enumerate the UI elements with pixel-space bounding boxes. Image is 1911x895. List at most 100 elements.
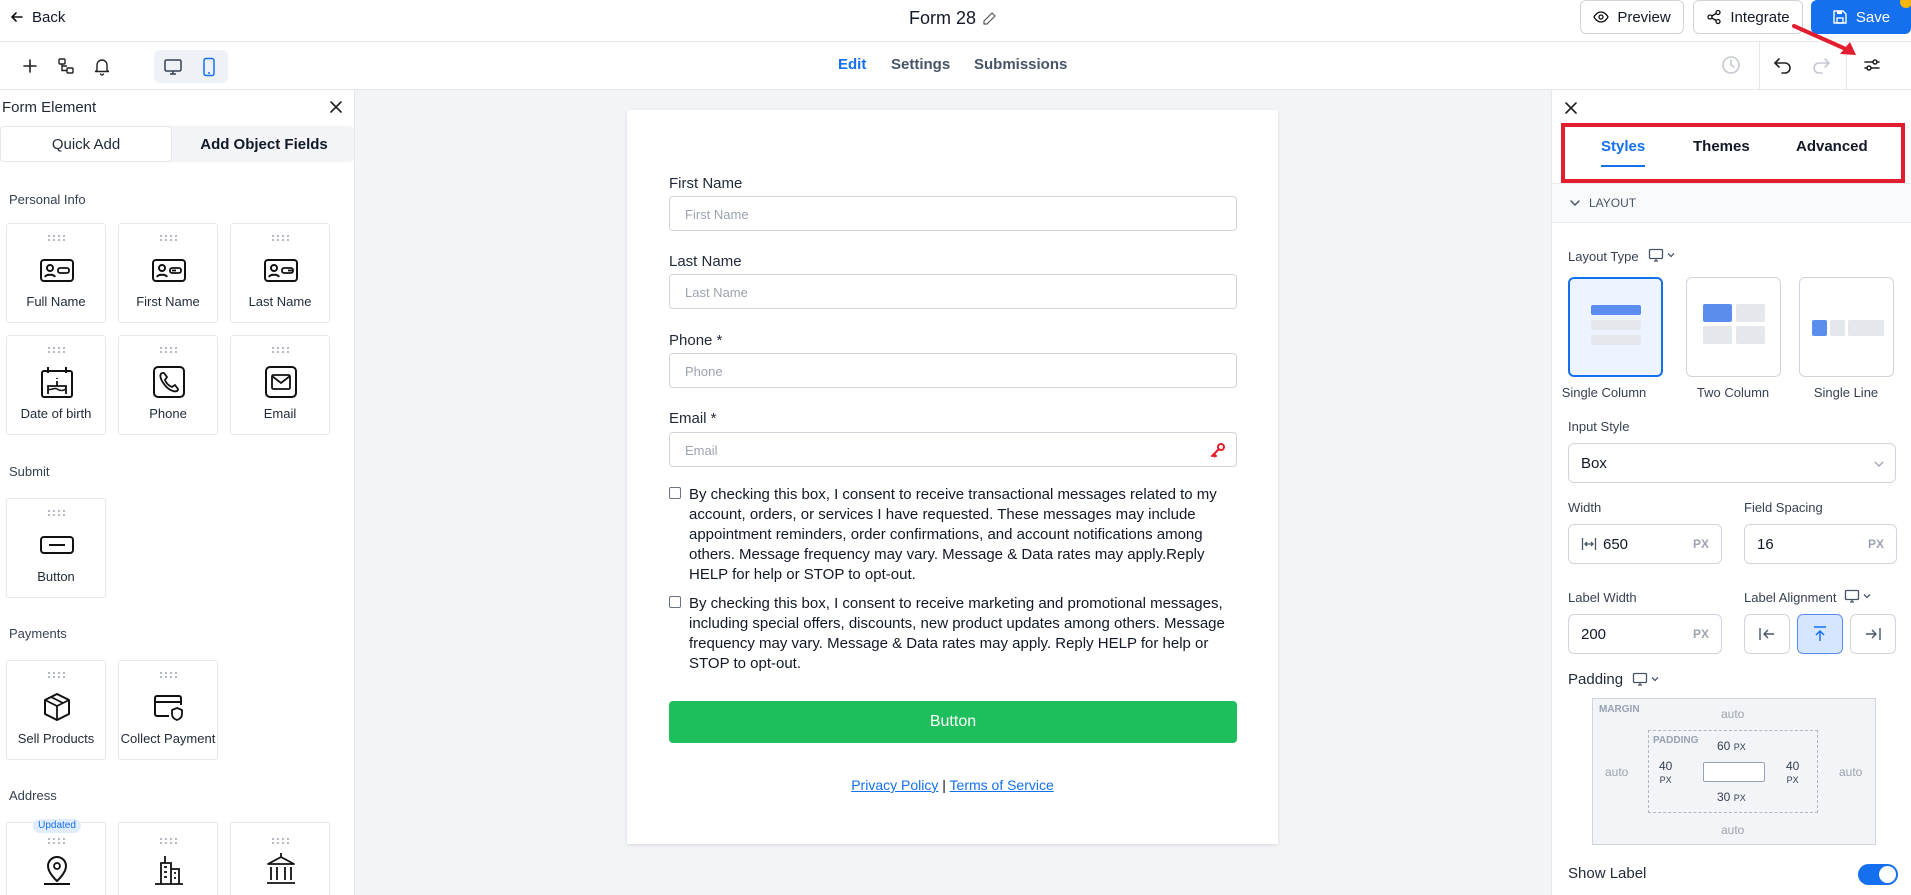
drag-handle-icon[interactable] — [271, 837, 291, 845]
drag-handle-icon[interactable] — [271, 346, 291, 354]
add-element-button[interactable] — [20, 56, 40, 76]
chevron-down-icon — [1666, 250, 1676, 260]
close-panel-button[interactable] — [329, 100, 343, 114]
tab-add-object-fields[interactable]: Add Object Fields — [176, 126, 352, 162]
plus-icon — [20, 56, 40, 76]
drag-handle-icon[interactable] — [47, 837, 67, 845]
layout-section-title: LAYOUT — [1589, 196, 1637, 210]
layers-button[interactable] — [56, 56, 76, 76]
margin-top-value[interactable]: auto — [1721, 707, 1744, 721]
element-address[interactable]: Updated — [6, 819, 106, 895]
transactional-consent-checkbox[interactable] — [669, 487, 681, 499]
element-button[interactable]: Button — [6, 498, 106, 598]
form-title[interactable]: Form 28 — [909, 6, 997, 30]
desktop-view-button[interactable] — [156, 52, 190, 81]
drag-handle-icon[interactable] — [159, 837, 179, 845]
transactional-consent-text: By checking this box, I consent to recei… — [689, 486, 1217, 583]
align-top-button[interactable] — [1797, 614, 1843, 654]
label-width-input[interactable]: 200 PX — [1568, 614, 1722, 654]
last-name-input[interactable]: Last Name — [669, 274, 1237, 309]
element-sell-products[interactable]: Sell Products — [6, 660, 106, 760]
drag-handle-icon[interactable] — [159, 671, 179, 679]
show-label-text: Show Label — [1568, 865, 1647, 882]
layout-section-header[interactable]: LAYOUT — [1552, 183, 1911, 223]
padding-right-number: 40 — [1786, 759, 1800, 773]
marketing-consent-text: By checking this box, I consent to recei… — [689, 595, 1225, 672]
arrow-left-to-line-icon — [1758, 626, 1776, 642]
align-left-button[interactable] — [1744, 614, 1790, 654]
privacy-policy-link[interactable]: Privacy Policy — [851, 777, 938, 793]
landmark-icon — [263, 851, 299, 887]
submit-button[interactable]: Button — [669, 701, 1237, 743]
element-full-name[interactable]: Full Name — [6, 223, 106, 323]
preview-button[interactable]: Preview — [1580, 0, 1684, 34]
element-phone[interactable]: Phone — [118, 335, 218, 435]
close-settings-button[interactable] — [1564, 101, 1578, 115]
padding-right-value[interactable]: 40 PX — [1786, 760, 1799, 787]
element-email[interactable]: Email — [230, 335, 330, 435]
drag-handle-icon[interactable] — [47, 671, 67, 679]
notifications-button[interactable] — [92, 56, 112, 76]
preview-label: Preview — [1617, 8, 1671, 26]
label-width-unit: PX — [1692, 627, 1709, 641]
back-button[interactable]: Back — [10, 7, 65, 27]
element-first-name[interactable]: First Name — [118, 223, 218, 323]
element-collect-payment[interactable]: Collect Payment — [118, 660, 218, 760]
margin-bottom-value[interactable]: auto — [1721, 823, 1744, 837]
field-spacing-input[interactable]: 16 PX — [1744, 524, 1897, 564]
align-right-button[interactable] — [1850, 614, 1896, 654]
buildings-icon — [151, 851, 187, 887]
element-label: Phone — [149, 406, 187, 421]
layout-device-dropdown[interactable] — [1648, 248, 1676, 262]
drag-handle-icon[interactable] — [47, 234, 67, 242]
padding-left-value[interactable]: 40 PX — [1659, 760, 1672, 787]
padding-bottom-value[interactable]: 30 PX — [1717, 790, 1746, 804]
first-name-input[interactable]: First Name — [669, 196, 1237, 231]
editor-toolbar: Edit Settings Submissions — [0, 42, 1911, 90]
element-label: First Name — [136, 294, 200, 309]
drag-handle-icon[interactable] — [271, 234, 291, 242]
element-last-name[interactable]: Last Name — [230, 223, 330, 323]
chevron-down-icon — [1862, 591, 1872, 601]
email-placeholder: Email — [685, 443, 718, 458]
layout-single-line[interactable] — [1799, 277, 1894, 377]
drag-handle-icon[interactable] — [159, 234, 179, 242]
drag-handle-icon[interactable] — [47, 346, 67, 354]
mobile-view-button[interactable] — [192, 52, 226, 81]
drag-handle-icon[interactable] — [159, 346, 179, 354]
tab-settings[interactable]: Settings — [891, 56, 950, 73]
label-alignment-device-dropdown[interactable] — [1844, 589, 1872, 603]
input-style-select[interactable]: Box — [1568, 443, 1896, 483]
terms-of-service-link[interactable]: Terms of Service — [950, 777, 1054, 793]
layout-type-label: Layout Type — [1568, 249, 1639, 264]
element-city[interactable] — [118, 822, 218, 895]
monitor-icon — [1844, 589, 1860, 603]
marketing-consent-checkbox[interactable] — [669, 596, 681, 608]
envelope-icon — [263, 364, 299, 400]
phone-input[interactable]: Phone — [669, 353, 1237, 388]
integrate-button[interactable]: Integrate — [1693, 0, 1803, 34]
toggle-knob — [1879, 866, 1896, 883]
tab-advanced[interactable]: Advanced — [1796, 138, 1868, 155]
pencil-icon[interactable] — [982, 11, 997, 26]
email-input[interactable]: Email — [669, 432, 1237, 467]
layout-two-column[interactable] — [1686, 277, 1781, 377]
tab-quick-add[interactable]: Quick Add — [0, 126, 172, 162]
margin-right-value[interactable]: auto — [1839, 765, 1862, 779]
tab-themes[interactable]: Themes — [1693, 138, 1750, 155]
padding-top-value[interactable]: 60 PX — [1717, 739, 1746, 753]
padding-device-dropdown[interactable] — [1632, 672, 1660, 686]
drag-handle-icon[interactable] — [47, 509, 67, 517]
key-icon[interactable] — [1210, 442, 1226, 458]
tab-styles[interactable]: Styles — [1601, 138, 1645, 155]
margin-left-value[interactable]: auto — [1605, 765, 1628, 779]
show-label-toggle[interactable] — [1858, 864, 1898, 885]
tab-submissions[interactable]: Submissions — [974, 56, 1067, 73]
tab-edit[interactable]: Edit — [838, 56, 866, 73]
history-button[interactable] — [1720, 54, 1742, 76]
layout-single-column[interactable] — [1568, 277, 1663, 377]
bell-icon — [92, 56, 112, 76]
element-state[interactable] — [230, 822, 330, 895]
width-input[interactable]: 650 PX — [1568, 524, 1722, 564]
element-date-of-birth[interactable]: Date of birth — [6, 335, 106, 435]
